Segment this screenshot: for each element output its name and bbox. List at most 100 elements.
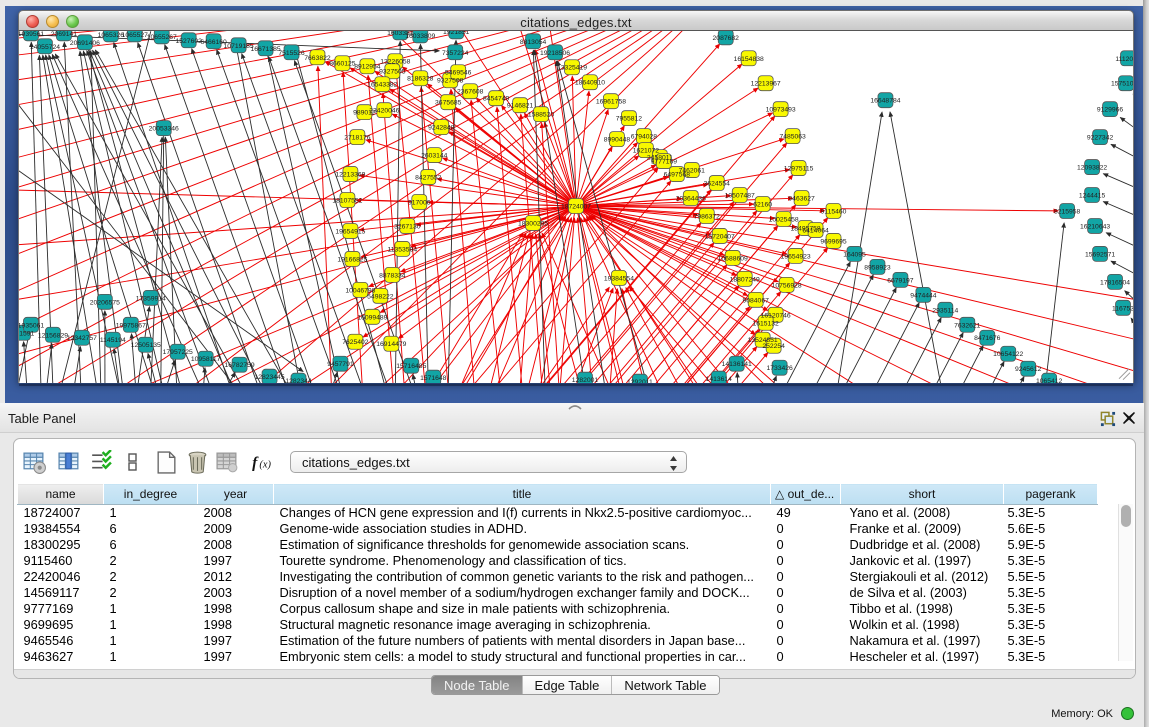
svg-text:1621072: 1621072 bbox=[633, 148, 660, 155]
svg-text:17816504: 17816504 bbox=[1100, 279, 1130, 286]
svg-text:15692571: 15692571 bbox=[1085, 251, 1115, 258]
svg-text:7663822: 7663822 bbox=[304, 55, 331, 62]
svg-text:6679197: 6679197 bbox=[887, 277, 914, 284]
svg-text:8912954: 8912954 bbox=[354, 64, 381, 71]
svg-text:18724007: 18724007 bbox=[561, 203, 591, 210]
svg-text:12823445: 12823445 bbox=[254, 374, 284, 381]
svg-text:10025458: 10025458 bbox=[769, 216, 799, 223]
svg-text:1282001: 1282001 bbox=[572, 377, 599, 383]
svg-text:12505135: 12505135 bbox=[131, 342, 161, 349]
svg-text:8427552: 8427552 bbox=[415, 175, 442, 182]
svg-text:16210643: 16210643 bbox=[1080, 223, 1110, 230]
svg-text:9474444: 9474444 bbox=[910, 292, 937, 299]
svg-text:11353594: 11353594 bbox=[388, 246, 418, 253]
svg-text:7986372: 7986372 bbox=[694, 213, 721, 220]
svg-text:12342757: 12342757 bbox=[67, 335, 97, 342]
svg-text:2087682: 2087682 bbox=[713, 35, 740, 42]
svg-text:2367608: 2367608 bbox=[457, 89, 484, 96]
svg-text:9115460: 9115460 bbox=[821, 208, 847, 215]
svg-text:10688609: 10688609 bbox=[718, 255, 748, 262]
svg-text:12975115: 12975115 bbox=[784, 166, 814, 173]
svg-text:8878334: 8878334 bbox=[379, 272, 406, 279]
svg-text:19654915: 19654915 bbox=[335, 228, 365, 235]
svg-text:8660125: 8660125 bbox=[329, 61, 356, 68]
svg-text:7625402: 7625402 bbox=[342, 339, 369, 346]
svg-text:7485063: 7485063 bbox=[779, 134, 806, 141]
svg-text:1112053: 1112053 bbox=[1115, 56, 1134, 63]
svg-text:3675685: 3675685 bbox=[435, 100, 462, 107]
svg-text:1921851: 1921851 bbox=[443, 31, 470, 36]
svg-text:19654923: 19654923 bbox=[781, 253, 811, 260]
svg-text:16648784: 16648784 bbox=[870, 98, 900, 105]
svg-text:1244415: 1244415 bbox=[1079, 193, 1106, 200]
svg-text:7955812: 7955812 bbox=[616, 116, 643, 123]
svg-text:9146821: 9146821 bbox=[507, 103, 534, 110]
svg-text:12156829: 12156829 bbox=[38, 332, 68, 339]
svg-text:1571648: 1571648 bbox=[420, 375, 447, 382]
svg-text:2718176: 2718176 bbox=[344, 135, 371, 142]
svg-text:1413614: 1413614 bbox=[706, 376, 733, 383]
svg-text:1065412: 1065412 bbox=[1036, 378, 1063, 383]
svg-text:7357224: 7357224 bbox=[442, 50, 469, 57]
svg-text:9327508: 9327508 bbox=[437, 78, 464, 85]
svg-text:8958923: 8958923 bbox=[864, 264, 891, 271]
svg-text:2603144: 2603144 bbox=[421, 153, 448, 160]
svg-text:19975867: 19975867 bbox=[116, 322, 146, 329]
svg-text:1939561: 1939561 bbox=[18, 31, 44, 38]
svg-text:19384554: 19384554 bbox=[604, 275, 634, 282]
svg-text:20206575: 20206575 bbox=[90, 299, 120, 306]
svg-text:20691406: 20691406 bbox=[70, 40, 100, 47]
svg-text:16099489: 16099489 bbox=[357, 314, 387, 321]
svg-text:9129966: 9129966 bbox=[1097, 107, 1124, 114]
svg-text:16120746: 16120746 bbox=[761, 312, 791, 319]
svg-text:8454749: 8454749 bbox=[483, 96, 510, 103]
svg-text:17957225: 17957225 bbox=[163, 349, 193, 356]
svg-text:1527602: 1527602 bbox=[176, 38, 203, 45]
svg-text:917006: 917006 bbox=[408, 200, 431, 207]
svg-text:10654122: 10654122 bbox=[993, 351, 1023, 358]
svg-text:18107552: 18107552 bbox=[332, 198, 362, 205]
svg-text:8471676: 8471676 bbox=[974, 335, 1001, 342]
svg-text:16154838: 16154838 bbox=[734, 56, 764, 63]
svg-text:9084067: 9084067 bbox=[743, 297, 770, 304]
svg-text:5498222: 5498222 bbox=[367, 293, 394, 300]
svg-text:16914479: 16914479 bbox=[376, 341, 406, 348]
svg-text:391591: 391591 bbox=[18, 330, 35, 337]
svg-text:13325419: 13325419 bbox=[557, 65, 587, 72]
svg-text:10507487: 10507487 bbox=[725, 193, 755, 200]
svg-text:9699695: 9699695 bbox=[820, 238, 847, 245]
svg-text:9777169: 9777169 bbox=[651, 159, 678, 166]
svg-text:10655267: 10655267 bbox=[147, 34, 177, 41]
svg-text:13226058: 13226058 bbox=[380, 59, 410, 66]
svg-text:7632621: 7632621 bbox=[954, 322, 981, 329]
svg-text:1615132: 1615132 bbox=[752, 320, 779, 327]
svg-text:2069141: 2069141 bbox=[51, 31, 78, 38]
svg-text:1145194: 1145194 bbox=[100, 337, 126, 344]
svg-text:8186328: 8186328 bbox=[407, 76, 434, 83]
svg-text:3267130: 3267130 bbox=[394, 223, 421, 230]
svg-text:19218506: 19218506 bbox=[540, 50, 570, 57]
svg-text:9245612: 9245612 bbox=[1015, 366, 1042, 373]
svg-text:12093822: 12093822 bbox=[1077, 165, 1107, 172]
svg-text:9463627: 9463627 bbox=[788, 196, 815, 203]
svg-text:12213369: 12213369 bbox=[335, 172, 365, 179]
svg-text:18640910: 18640910 bbox=[575, 80, 605, 87]
svg-text:14055724: 14055724 bbox=[30, 44, 60, 51]
svg-text:5469546: 5469546 bbox=[445, 70, 472, 77]
svg-text:8813054: 8813054 bbox=[520, 39, 547, 46]
svg-text:16543382: 16543382 bbox=[367, 82, 397, 89]
svg-text:16961758: 16961758 bbox=[596, 99, 626, 106]
svg-text:9327505: 9327505 bbox=[379, 69, 406, 76]
svg-text:164095: 164095 bbox=[843, 251, 866, 258]
svg-text:9227342: 9227342 bbox=[1087, 135, 1114, 142]
svg-text:6794028: 6794028 bbox=[631, 134, 658, 141]
svg-text:1935061: 1935061 bbox=[18, 322, 44, 329]
svg-text:23420046: 23420046 bbox=[369, 108, 399, 115]
svg-text:f: f bbox=[252, 455, 259, 472]
svg-text:1065326: 1065326 bbox=[98, 32, 125, 39]
svg-text:12213967: 12213967 bbox=[751, 81, 781, 88]
svg-text:14136141: 14136141 bbox=[722, 361, 752, 368]
svg-text:9457791: 9457791 bbox=[327, 361, 354, 368]
svg-text:1733426: 1733426 bbox=[766, 365, 793, 372]
svg-text:15720407: 15720407 bbox=[705, 233, 735, 240]
